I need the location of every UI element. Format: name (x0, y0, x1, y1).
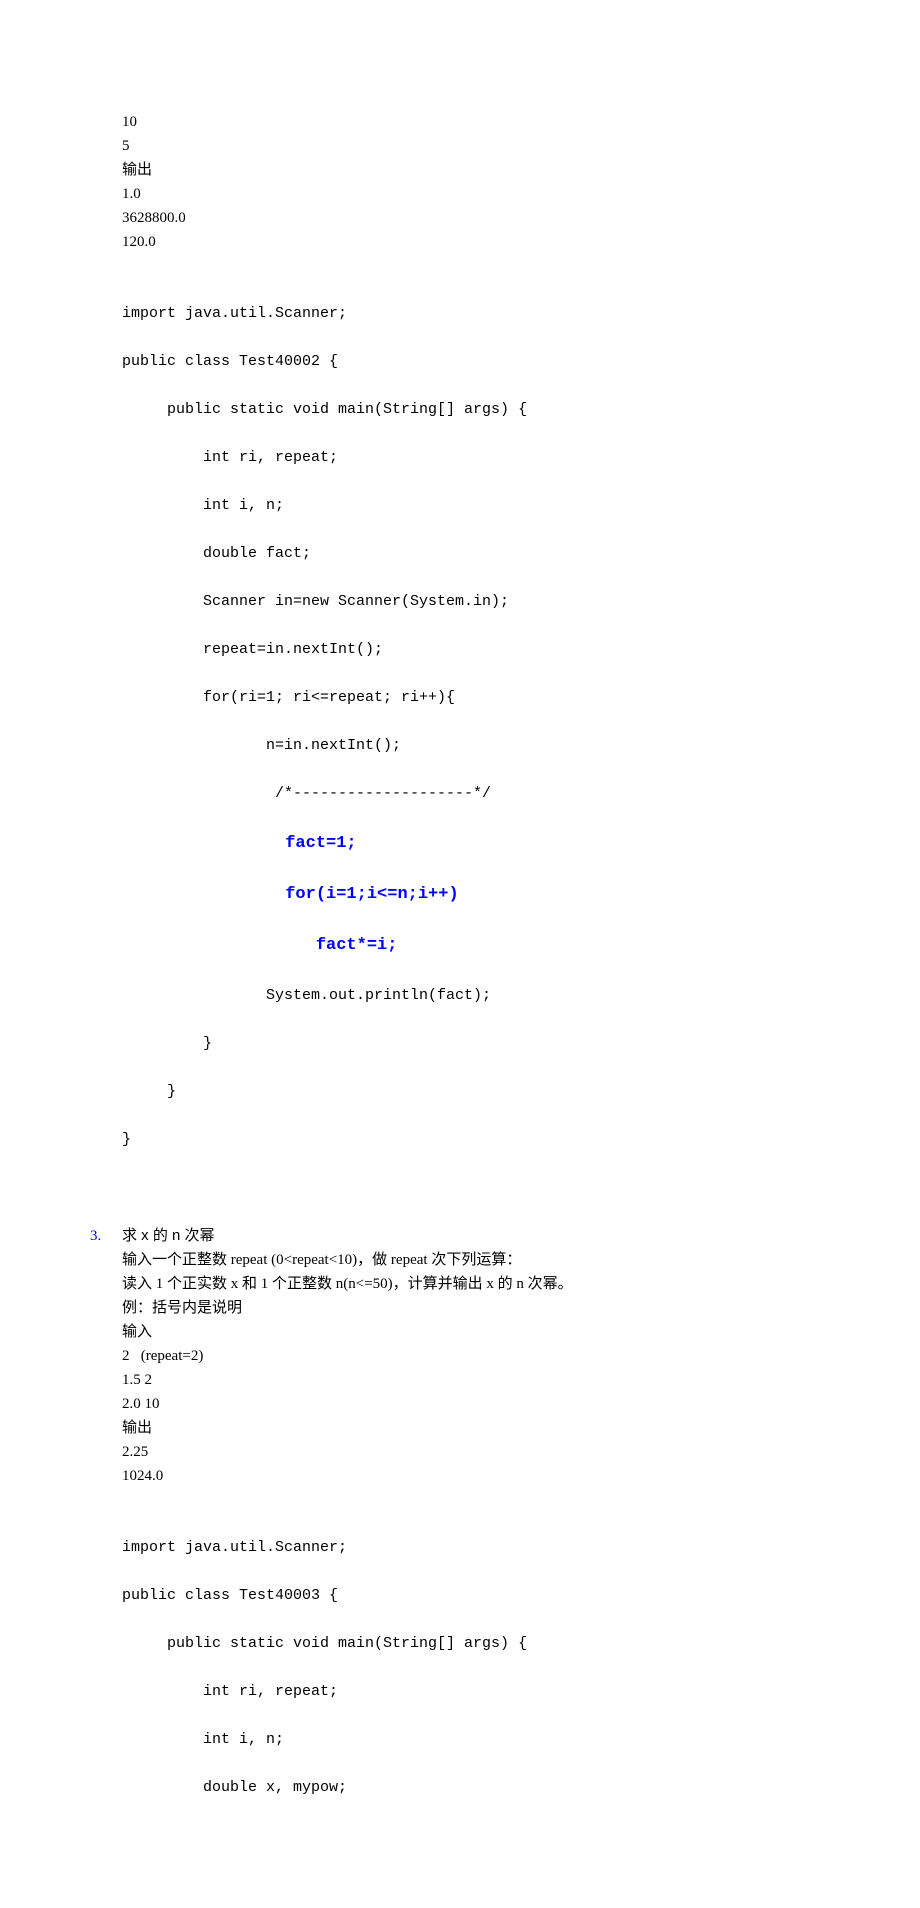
text-line: 3628800.0 (122, 206, 830, 230)
code-line: double x, mypow; (122, 1776, 830, 1800)
code-block-1: import java.util.Scanner; public class T… (122, 278, 830, 1200)
code-block-2: import java.util.Scanner; public class T… (122, 1512, 830, 1848)
section-title: 求 x 的 n 次幂 (122, 1227, 215, 1244)
text-line: 1.5 2 (122, 1368, 830, 1392)
text-line: 2.0 10 (122, 1392, 830, 1416)
text-line: 120.0 (122, 230, 830, 254)
text-line: 输入 (122, 1320, 830, 1344)
text-line: 例：括号内是说明 (122, 1296, 830, 1320)
text-line: 2.25 (122, 1440, 830, 1464)
code-line: public class Test40003 { (122, 1584, 830, 1608)
text-line: 10 (122, 110, 830, 134)
highlighted-code-line: fact=1; (122, 830, 830, 857)
code-line: Scanner in=new Scanner(System.in); (122, 590, 830, 614)
code-line: int i, n; (122, 1728, 830, 1752)
code-line: System.out.println(fact); (122, 984, 830, 1008)
code-line: repeat=in.nextInt(); (122, 638, 830, 662)
spacer (90, 1488, 830, 1512)
highlighted-code-line: for(i=1;i<=n;i++) (122, 881, 830, 908)
text-line: 读入 1 个正实数 x 和 1 个正整数 n(n<=50)，计算并输出 x 的 … (122, 1272, 830, 1296)
code-line: } (122, 1128, 830, 1152)
code-line: } (122, 1080, 830, 1104)
text-line: 1.0 (122, 182, 830, 206)
code-line: int i, n; (122, 494, 830, 518)
code-line: int ri, repeat; (122, 1680, 830, 1704)
code-line: public class Test40002 { (122, 350, 830, 374)
code-line: import java.util.Scanner; (122, 302, 830, 326)
code-line: public static void main(String[] args) { (122, 398, 830, 422)
document-page: 10 5 输出 1.0 3628800.0 120.0 import java.… (0, 0, 920, 1908)
section-number: 3. (90, 1224, 122, 1248)
code-line: for(ri=1; ri<=repeat; ri++){ (122, 686, 830, 710)
code-line: import java.util.Scanner; (122, 1536, 830, 1560)
code-line: } (122, 1032, 830, 1056)
text-line: 输入一个正整数 repeat (0<repeat<10)，做 repeat 次下… (122, 1248, 830, 1272)
code-line: n=in.nextInt(); (122, 734, 830, 758)
text-line: 5 (122, 134, 830, 158)
code-line: int ri, repeat; (122, 446, 830, 470)
highlighted-code-line: fact*=i; (122, 932, 830, 959)
text-line: 输出 (122, 1416, 830, 1440)
section-3: 3.求 x 的 n 次幂 输入一个正整数 repeat (0<repeat<10… (90, 1224, 830, 1488)
text-line: 1024.0 (122, 1464, 830, 1488)
code-line: public static void main(String[] args) { (122, 1632, 830, 1656)
text-line: 2 (repeat=2) (122, 1344, 830, 1368)
spacer (90, 1200, 830, 1224)
text-line: 输出 (122, 158, 830, 182)
section-heading: 3.求 x 的 n 次幂 (90, 1224, 830, 1248)
code-line: /*--------------------*/ (122, 782, 830, 806)
code-line: double fact; (122, 542, 830, 566)
output-block-1: 10 5 输出 1.0 3628800.0 120.0 (122, 110, 830, 254)
spacer (90, 254, 830, 278)
